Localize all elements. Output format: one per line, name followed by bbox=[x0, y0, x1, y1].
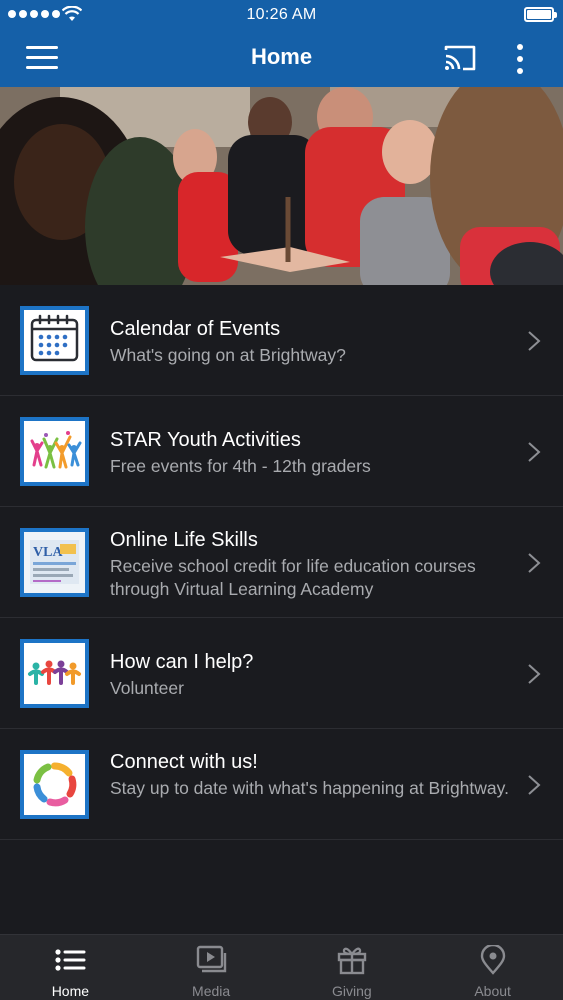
more-options-button[interactable] bbox=[511, 43, 529, 75]
media-play-icon bbox=[196, 945, 227, 973]
hero-image bbox=[0, 87, 563, 285]
location-pin-icon bbox=[480, 945, 505, 975]
list-item-subtitle: Volunteer bbox=[110, 678, 184, 698]
top-bar: 10:26 AM Home bbox=[0, 0, 563, 87]
gift-icon bbox=[337, 947, 367, 975]
list-item-subtitle: What's going on at Brightway? bbox=[110, 345, 346, 365]
tab-home[interactable]: Home bbox=[0, 935, 141, 1000]
list-item-title: Connect with us! bbox=[110, 751, 258, 773]
list-item-life-skills[interactable]: VLA Online Life Skills Receive school cr… bbox=[0, 507, 563, 618]
vla-logo-text: VLA bbox=[33, 545, 63, 560]
chevron-right-icon bbox=[528, 442, 541, 462]
community-circle-icon bbox=[20, 750, 89, 819]
list-item-star-youth[interactable]: STAR Youth Activities Free events for 4t… bbox=[0, 396, 563, 507]
list-item-title: Online Life Skills bbox=[110, 529, 258, 551]
vla-logo-icon: VLA bbox=[20, 528, 89, 597]
list-item-title: Calendar of Events bbox=[110, 318, 281, 340]
page-title: Home bbox=[250, 44, 313, 69]
tab-bar: Home Media Giving About bbox=[0, 934, 563, 1000]
list-item-subtitle: Stay up to date with what's happening at… bbox=[110, 778, 509, 798]
status-bar: 10:26 AM bbox=[0, 0, 563, 30]
status-time: 10:26 AM bbox=[246, 6, 317, 23]
chevron-right-icon bbox=[528, 664, 541, 684]
battery-icon bbox=[524, 7, 557, 22]
list-icon bbox=[55, 949, 86, 971]
app-screen: 10:26 AM Home Calendar of Events What's … bbox=[0, 0, 563, 1000]
chevron-right-icon bbox=[528, 775, 541, 795]
menu-button[interactable] bbox=[26, 46, 58, 70]
list-item-subtitle: Receive school credit for life education… bbox=[110, 556, 476, 599]
tab-label: Giving bbox=[332, 983, 372, 999]
tab-label: About bbox=[474, 983, 511, 999]
list-item-connect[interactable]: Connect with us! Stay up to date with wh… bbox=[0, 729, 563, 840]
list-item-calendar[interactable]: Calendar of Events What's going on at Br… bbox=[0, 285, 563, 396]
calendar-icon bbox=[20, 306, 89, 375]
tab-about[interactable]: About bbox=[422, 935, 563, 1000]
tab-label: Home bbox=[51, 983, 90, 999]
app-header: Home bbox=[0, 30, 563, 87]
menu-list: Calendar of Events What's going on at Br… bbox=[0, 285, 563, 840]
people-group-icon bbox=[20, 639, 89, 708]
tab-label: Media bbox=[192, 983, 231, 999]
list-item-subtitle: Free events for 4th - 12th graders bbox=[110, 456, 371, 476]
tab-giving[interactable]: Giving bbox=[282, 935, 423, 1000]
chevron-right-icon bbox=[528, 553, 541, 573]
cast-icon[interactable] bbox=[443, 44, 477, 72]
list-item-help[interactable]: How can I help? Volunteer bbox=[0, 618, 563, 729]
list-item-title: How can I help? bbox=[110, 651, 254, 673]
chevron-right-icon bbox=[528, 331, 541, 351]
tab-media[interactable]: Media bbox=[141, 935, 282, 1000]
list-item-title: STAR Youth Activities bbox=[110, 429, 301, 451]
youth-dancers-icon bbox=[20, 417, 89, 486]
